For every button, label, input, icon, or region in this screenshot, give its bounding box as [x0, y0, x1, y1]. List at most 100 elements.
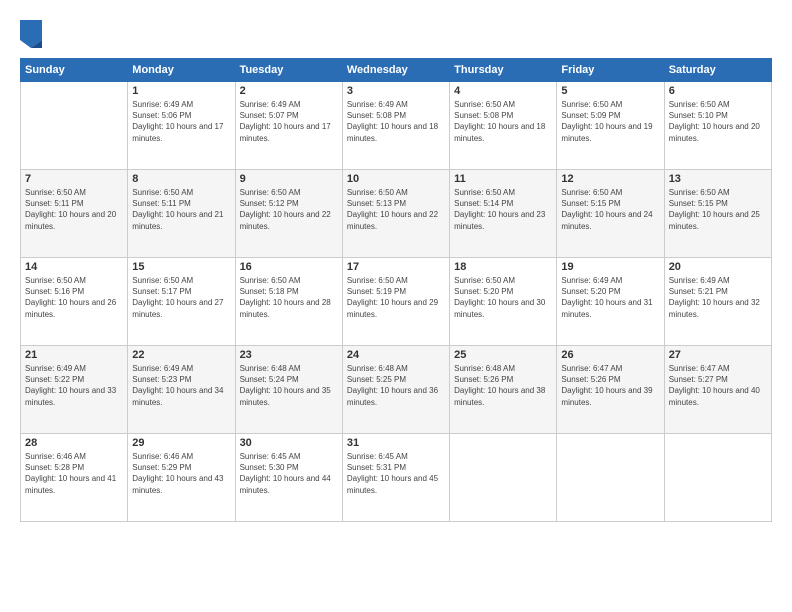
day-number: 25 — [454, 349, 552, 361]
day-info: Sunrise: 6:50 AMSunset: 5:12 PMDaylight:… — [240, 187, 338, 232]
day-number: 23 — [240, 349, 338, 361]
day-info: Sunrise: 6:47 AMSunset: 5:26 PMDaylight:… — [561, 363, 659, 408]
day-cell: 19 Sunrise: 6:49 AMSunset: 5:20 PMDayligh… — [557, 258, 664, 346]
day-cell: 30Sunrise: 6:45 AMSunset: 5:30 PMDayligh… — [235, 434, 342, 522]
day-info: Sunrise: 6:45 AMSunset: 5:30 PMDaylight:… — [240, 451, 338, 496]
weekday-wednesday: Wednesday — [342, 59, 449, 82]
day-number: 8 — [132, 173, 230, 185]
calendar-header: SundayMondayTuesdayWednesdayThursdayFrid… — [21, 59, 772, 82]
day-info: Sunrise: 6:50 AMSunset: 5:09 PMDaylight:… — [561, 99, 659, 144]
day-number: 4 — [454, 85, 552, 97]
day-info: Sunrise: 6:49 AMSunset: 5:22 PMDaylight:… — [25, 363, 123, 408]
week-row-3: 21 Sunrise: 6:49 AMSunset: 5:22 PMDayligh… — [21, 346, 772, 434]
day-info: Sunrise: 6:50 AMSunset: 5:16 PMDaylight:… — [25, 275, 123, 320]
day-cell: 26 Sunrise: 6:47 AMSunset: 5:26 PMDayligh… — [557, 346, 664, 434]
day-info: Sunrise: 6:50 AMSunset: 5:14 PMDaylight:… — [454, 187, 552, 232]
day-cell: 10Sunrise: 6:50 AMSunset: 5:13 PMDayligh… — [342, 170, 449, 258]
day-cell: 6 Sunrise: 6:50 AMSunset: 5:10 PMDaylight… — [664, 82, 771, 170]
day-cell: 28 Sunrise: 6:46 AMSunset: 5:28 PMDayligh… — [21, 434, 128, 522]
day-cell: 24 Sunrise: 6:48 AMSunset: 5:25 PMDayligh… — [342, 346, 449, 434]
day-info: Sunrise: 6:45 AMSunset: 5:31 PMDaylight:… — [347, 451, 445, 496]
day-number: 16 — [240, 261, 338, 273]
day-number: 18 — [454, 261, 552, 273]
day-cell: 18 Sunrise: 6:50 AMSunset: 5:20 PMDayligh… — [450, 258, 557, 346]
day-number: 6 — [669, 85, 767, 97]
day-cell — [664, 434, 771, 522]
day-number: 15 — [132, 261, 230, 273]
day-cell: 5 Sunrise: 6:50 AMSunset: 5:09 PMDaylight… — [557, 82, 664, 170]
day-cell: 3 Sunrise: 6:49 AMSunset: 5:08 PMDaylight… — [342, 82, 449, 170]
weekday-tuesday: Tuesday — [235, 59, 342, 82]
day-number: 5 — [561, 85, 659, 97]
day-info: Sunrise: 6:48 AMSunset: 5:24 PMDaylight:… — [240, 363, 338, 408]
day-number: 12 — [561, 173, 659, 185]
day-number: 29 — [132, 437, 230, 449]
day-cell: 15 Sunrise: 6:50 AMSunset: 5:17 PMDayligh… — [128, 258, 235, 346]
day-number: 26 — [561, 349, 659, 361]
day-info: Sunrise: 6:49 AMSunset: 5:07 PMDaylight:… — [240, 99, 338, 144]
day-info: Sunrise: 6:50 AMSunset: 5:15 PMDaylight:… — [669, 187, 767, 232]
day-cell: 7 Sunrise: 6:50 AMSunset: 5:11 PMDaylight… — [21, 170, 128, 258]
day-number: 3 — [347, 85, 445, 97]
weekday-thursday: Thursday — [450, 59, 557, 82]
week-row-2: 14 Sunrise: 6:50 AMSunset: 5:16 PMDayligh… — [21, 258, 772, 346]
day-cell: 2 Sunrise: 6:49 AMSunset: 5:07 PMDaylight… — [235, 82, 342, 170]
page: SundayMondayTuesdayWednesdayThursdayFrid… — [0, 0, 792, 612]
day-info: Sunrise: 6:46 AMSunset: 5:28 PMDaylight:… — [25, 451, 123, 496]
weekday-monday: Monday — [128, 59, 235, 82]
day-cell: 22 Sunrise: 6:49 AMSunset: 5:23 PMDayligh… — [128, 346, 235, 434]
day-cell: 12 Sunrise: 6:50 AMSunset: 5:15 PMDayligh… — [557, 170, 664, 258]
calendar-body: 1 Sunrise: 6:49 AMSunset: 5:06 PMDaylight… — [21, 82, 772, 522]
day-info: Sunrise: 6:47 AMSunset: 5:27 PMDaylight:… — [669, 363, 767, 408]
day-info: Sunrise: 6:50 AMSunset: 5:18 PMDaylight:… — [240, 275, 338, 320]
day-cell — [21, 82, 128, 170]
week-row-0: 1 Sunrise: 6:49 AMSunset: 5:06 PMDaylight… — [21, 82, 772, 170]
day-info: Sunrise: 6:49 AMSunset: 5:06 PMDaylight:… — [132, 99, 230, 144]
day-number: 7 — [25, 173, 123, 185]
day-info: Sunrise: 6:50 AMSunset: 5:15 PMDaylight:… — [561, 187, 659, 232]
day-info: Sunrise: 6:50 AMSunset: 5:11 PMDaylight:… — [132, 187, 230, 232]
day-cell: 27 Sunrise: 6:47 AMSunset: 5:27 PMDayligh… — [664, 346, 771, 434]
day-cell: 1 Sunrise: 6:49 AMSunset: 5:06 PMDaylight… — [128, 82, 235, 170]
day-cell: 29Sunrise: 6:46 AMSunset: 5:29 PMDayligh… — [128, 434, 235, 522]
day-number: 24 — [347, 349, 445, 361]
day-info: Sunrise: 6:49 AMSunset: 5:08 PMDaylight:… — [347, 99, 445, 144]
day-info: Sunrise: 6:50 AMSunset: 5:11 PMDaylight:… — [25, 187, 123, 232]
day-number: 22 — [132, 349, 230, 361]
day-info: Sunrise: 6:50 AMSunset: 5:17 PMDaylight:… — [132, 275, 230, 320]
weekday-sunday: Sunday — [21, 59, 128, 82]
day-number: 28 — [25, 437, 123, 449]
weekday-saturday: Saturday — [664, 59, 771, 82]
day-info: Sunrise: 6:50 AMSunset: 5:20 PMDaylight:… — [454, 275, 552, 320]
day-info: Sunrise: 6:48 AMSunset: 5:25 PMDaylight:… — [347, 363, 445, 408]
day-cell: 8 Sunrise: 6:50 AMSunset: 5:11 PMDaylight… — [128, 170, 235, 258]
day-number: 10 — [347, 173, 445, 185]
day-cell: 13 Sunrise: 6:50 AMSunset: 5:15 PMDayligh… — [664, 170, 771, 258]
week-row-4: 28 Sunrise: 6:46 AMSunset: 5:28 PMDayligh… — [21, 434, 772, 522]
day-number: 2 — [240, 85, 338, 97]
day-number: 27 — [669, 349, 767, 361]
day-cell: 20Sunrise: 6:49 AMSunset: 5:21 PMDayligh… — [664, 258, 771, 346]
calendar-table: SundayMondayTuesdayWednesdayThursdayFrid… — [20, 58, 772, 522]
day-number: 11 — [454, 173, 552, 185]
day-cell: 14 Sunrise: 6:50 AMSunset: 5:16 PMDayligh… — [21, 258, 128, 346]
day-number: 14 — [25, 261, 123, 273]
day-cell: 21 Sunrise: 6:49 AMSunset: 5:22 PMDayligh… — [21, 346, 128, 434]
day-info: Sunrise: 6:50 AMSunset: 5:08 PMDaylight:… — [454, 99, 552, 144]
day-info: Sunrise: 6:49 AMSunset: 5:20 PMDaylight:… — [561, 275, 659, 320]
day-cell: 16 Sunrise: 6:50 AMSunset: 5:18 PMDayligh… — [235, 258, 342, 346]
day-number: 19 — [561, 261, 659, 273]
day-number: 21 — [25, 349, 123, 361]
day-cell: 9Sunrise: 6:50 AMSunset: 5:12 PMDaylight… — [235, 170, 342, 258]
day-number: 13 — [669, 173, 767, 185]
day-cell: 4 Sunrise: 6:50 AMSunset: 5:08 PMDaylight… — [450, 82, 557, 170]
weekday-friday: Friday — [557, 59, 664, 82]
day-cell: 17Sunrise: 6:50 AMSunset: 5:19 PMDayligh… — [342, 258, 449, 346]
week-row-1: 7 Sunrise: 6:50 AMSunset: 5:11 PMDaylight… — [21, 170, 772, 258]
day-info: Sunrise: 6:49 AMSunset: 5:23 PMDaylight:… — [132, 363, 230, 408]
day-cell: 11 Sunrise: 6:50 AMSunset: 5:14 PMDayligh… — [450, 170, 557, 258]
day-info: Sunrise: 6:48 AMSunset: 5:26 PMDaylight:… — [454, 363, 552, 408]
day-info: Sunrise: 6:50 AMSunset: 5:10 PMDaylight:… — [669, 99, 767, 144]
day-cell — [450, 434, 557, 522]
day-number: 1 — [132, 85, 230, 97]
